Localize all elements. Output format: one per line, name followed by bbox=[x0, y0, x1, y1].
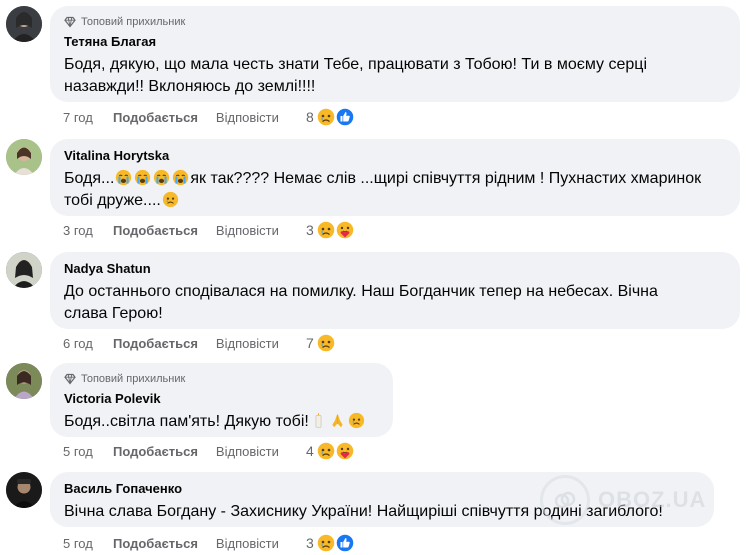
sad-emoji-icon bbox=[348, 412, 364, 429]
badge-label: Топовий прихильник bbox=[81, 16, 186, 28]
comment-text-line: Вічна слава Богдану - Захиснику України!… bbox=[64, 503, 663, 520]
care-icon bbox=[335, 220, 355, 240]
sad-icon bbox=[316, 333, 336, 353]
comment-bubble: Топовий прихильник Тетяна Благая Бодя, д… bbox=[50, 6, 740, 102]
comment-timestamp[interactable]: 7 год bbox=[63, 110, 113, 125]
praying-hands-emoji-icon bbox=[332, 414, 343, 428]
comment-author[interactable]: Василь Гопаченко bbox=[64, 480, 700, 498]
crying-emoji-icon bbox=[154, 169, 170, 186]
care-icon bbox=[335, 441, 355, 461]
reply-button[interactable]: Відповісти bbox=[216, 444, 279, 459]
like-button[interactable]: Подобається bbox=[113, 223, 198, 238]
comment-author[interactable]: Тетяна Благая bbox=[64, 33, 726, 51]
comment-actions: 6 год Подобається Відповісти bbox=[63, 334, 279, 352]
comment-bubble: Nadya Shatun До останнього сподівалася н… bbox=[50, 252, 740, 329]
like-button[interactable]: Подобається bbox=[113, 110, 198, 125]
candle-emoji-icon bbox=[315, 412, 322, 428]
like-button[interactable]: Подобається bbox=[113, 336, 198, 351]
comment-text-line: тобі друже.... bbox=[64, 190, 726, 212]
reaction-count: 4 bbox=[306, 443, 314, 459]
comment-text: До останнього сподівалася на помилку. На… bbox=[64, 281, 726, 325]
comment-actions: 5 год Подобається Відповісти bbox=[63, 442, 279, 460]
reaction-summary[interactable]: 4 bbox=[306, 440, 355, 462]
comment-actions: 7 год Подобається Відповісти bbox=[63, 108, 279, 126]
reaction-summary[interactable]: 3 bbox=[306, 219, 355, 241]
reply-button[interactable]: Відповісти bbox=[216, 223, 279, 238]
diamond-icon bbox=[64, 373, 76, 385]
sad-emoji-icon bbox=[162, 191, 178, 208]
comment-text-line: Бодя... як так???? Немає слів ...щирі спі… bbox=[64, 168, 726, 190]
comment-text: Бодя..світла пам'ять! Дякую тобі! bbox=[64, 411, 379, 433]
avatar[interactable] bbox=[6, 139, 42, 175]
comment-bubble: Топовий прихильник Victoria Polevik Бодя… bbox=[50, 363, 393, 437]
comment-text-segment: Бодя..світла пам'ять! Дякую тобі! bbox=[64, 413, 309, 430]
comment-timestamp[interactable]: 5 год bbox=[63, 444, 113, 459]
top-fan-badge[interactable]: Топовий прихильник bbox=[64, 14, 726, 30]
sad-icon bbox=[316, 533, 336, 553]
reaction-summary[interactable]: 3 bbox=[306, 532, 355, 554]
comment-actions: 3 год Подобається Відповісти bbox=[63, 221, 279, 239]
comment-text-segment: як так???? Немає слів ...щирі співчуття … bbox=[190, 170, 702, 187]
reply-button[interactable]: Відповісти bbox=[216, 110, 279, 125]
comment-text: Бодя, дякую, що мала честь знати Тебе, п… bbox=[64, 54, 726, 98]
comment-text-segment: Бодя... bbox=[64, 170, 115, 187]
comment-author[interactable]: Victoria Polevik bbox=[64, 390, 379, 408]
crying-emoji-icon bbox=[173, 169, 189, 186]
comment-text-line: назавжди!! Вклоняюсь до землі!!!! bbox=[64, 78, 316, 95]
crying-emoji-icon bbox=[116, 169, 132, 186]
comment-timestamp[interactable]: 3 год bbox=[63, 223, 113, 238]
comment-text-segment: тобі друже.... bbox=[64, 192, 161, 209]
comment-text-line: Бодя, дякую, що мала честь знати Тебе, п… bbox=[64, 56, 648, 73]
reaction-summary[interactable]: 7 bbox=[306, 332, 336, 354]
reaction-count: 7 bbox=[306, 335, 314, 351]
comment-author[interactable]: Nadya Shatun bbox=[64, 260, 726, 278]
diamond-icon bbox=[64, 16, 76, 28]
comment-text-line: слава Герою! bbox=[64, 305, 163, 322]
like-icon bbox=[335, 107, 355, 127]
sad-icon bbox=[316, 441, 336, 461]
badge-label: Топовий прихильник bbox=[81, 373, 186, 385]
avatar[interactable] bbox=[6, 363, 42, 399]
comment-text-line: До останнього сподівалася на помилку. На… bbox=[64, 283, 658, 300]
comment-text: Вічна слава Богдану - Захиснику України!… bbox=[64, 501, 700, 523]
top-fan-badge[interactable]: Топовий прихильник bbox=[64, 371, 379, 387]
reaction-count: 8 bbox=[306, 109, 314, 125]
reply-button[interactable]: Відповісти bbox=[216, 536, 279, 551]
reply-button[interactable]: Відповісти bbox=[216, 336, 279, 351]
like-button[interactable]: Подобається bbox=[113, 536, 198, 551]
reaction-count: 3 bbox=[306, 222, 314, 238]
comment-actions: 5 год Подобається Відповісти bbox=[63, 534, 279, 552]
comment-bubble: Vitalina Horytska Бодя... як так???? Нема… bbox=[50, 139, 740, 216]
like-icon bbox=[335, 533, 355, 553]
comment-timestamp[interactable]: 6 год bbox=[63, 336, 113, 351]
sad-icon bbox=[316, 107, 336, 127]
crying-emoji-icon bbox=[135, 169, 151, 186]
reaction-summary[interactable]: 8 bbox=[306, 106, 355, 128]
avatar[interactable] bbox=[6, 6, 42, 42]
sad-icon bbox=[316, 220, 336, 240]
comment-timestamp[interactable]: 5 год bbox=[63, 536, 113, 551]
avatar[interactable] bbox=[6, 252, 42, 288]
reaction-count: 3 bbox=[306, 535, 314, 551]
comment-author[interactable]: Vitalina Horytska bbox=[64, 147, 726, 165]
like-button[interactable]: Подобається bbox=[113, 444, 198, 459]
comment-text: Бодя... як так???? Немає слів ...щирі спі… bbox=[64, 168, 726, 212]
comment-bubble: Василь Гопаченко Вічна слава Богдану - З… bbox=[50, 472, 714, 527]
avatar[interactable] bbox=[6, 472, 42, 508]
